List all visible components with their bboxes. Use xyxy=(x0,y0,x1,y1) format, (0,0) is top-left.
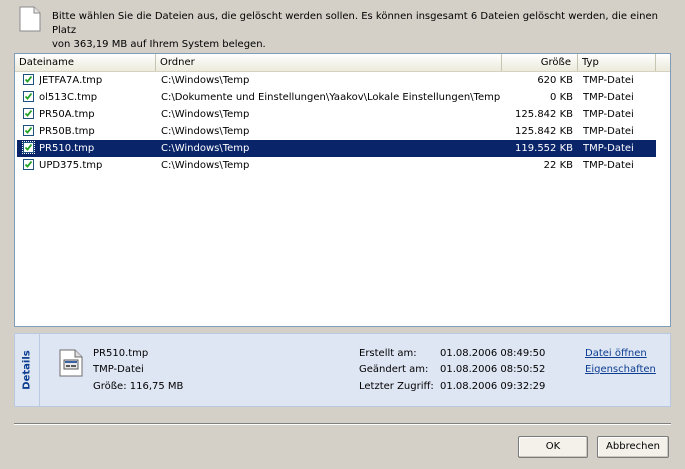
cell-folder: C:\Windows\Temp xyxy=(161,75,250,86)
details-file-name: PR510.tmp xyxy=(93,348,149,359)
cell-folder: C:\Windows\Temp xyxy=(161,160,250,171)
cell-filename: PR50B.tmp xyxy=(39,126,95,137)
cell-type: TMP-Datei xyxy=(583,143,634,154)
header-line-2: von 363,19 MB auf Ihrem System belegen. xyxy=(52,39,266,50)
ok-button[interactable]: OK xyxy=(518,436,588,458)
created-label: Erstellt am: xyxy=(359,348,417,359)
row-checkbox[interactable] xyxy=(23,125,34,136)
cell-filename: ol513C.tmp xyxy=(39,92,98,103)
file-icon xyxy=(59,349,83,377)
cancel-button[interactable]: Abbrechen xyxy=(597,436,669,458)
table-row[interactable]: PR50A.tmp C:\Windows\Temp 125.842 KB TMP-Da… xyxy=(17,106,656,123)
details-pane: Details PR510.tmp TMP-Datei Größe: 116,7… xyxy=(14,333,671,407)
cell-type: TMP-Datei xyxy=(583,109,634,120)
cell-filename: PR510.tmp xyxy=(39,143,95,154)
column-header-typ[interactable]: Typ xyxy=(578,54,656,71)
row-checkbox[interactable] xyxy=(23,74,34,85)
cell-folder: C:\Windows\Temp xyxy=(161,109,250,120)
cell-size: 119.552 KB xyxy=(515,143,573,154)
row-checkbox[interactable] xyxy=(23,91,34,102)
cell-folder: C:\Windows\Temp xyxy=(161,126,250,137)
checkmark-icon xyxy=(24,143,33,151)
checkmark-icon xyxy=(24,160,33,168)
details-tab[interactable]: Details xyxy=(15,334,40,406)
cell-type: TMP-Datei xyxy=(583,92,634,103)
open-file-link[interactable]: Datei öffnen xyxy=(585,347,647,361)
details-tab-label: Details xyxy=(21,350,33,390)
document-icon xyxy=(19,6,41,32)
cell-size: 125.842 KB xyxy=(515,109,573,120)
table-row[interactable]: ol513C.tmp C:\Dokumente und Einstellungen… xyxy=(17,89,656,106)
details-file-size: Größe: 116,75 MB xyxy=(93,381,184,392)
cell-filename: UPD375.tmp xyxy=(39,160,103,171)
column-header-filler xyxy=(656,54,670,71)
table-row[interactable]: JETFA7A.tmp C:\Windows\Temp 620 KB TMP-Date… xyxy=(17,72,656,89)
column-header-ordner[interactable]: Ordner xyxy=(156,54,502,71)
file-list[interactable]: Dateiname Ordner Größe Typ JETFA7A.tmp C:… xyxy=(14,53,671,327)
table-row[interactable]: PR50B.tmp C:\Windows\Temp 125.842 KB TMP-Da… xyxy=(17,123,656,140)
row-checkbox[interactable] xyxy=(23,159,34,170)
modified-value: 01.08.2006 08:50:52 xyxy=(440,364,546,375)
column-header-dateiname[interactable]: Dateiname xyxy=(15,54,156,71)
accessed-value: 01.08.2006 09:32:29 xyxy=(440,381,546,392)
cell-size: 620 KB xyxy=(537,75,573,86)
cell-size: 22 KB xyxy=(543,160,573,171)
cell-filename: PR50A.tmp xyxy=(39,109,95,120)
cell-folder: C:\Windows\Temp xyxy=(161,143,250,154)
cell-type: TMP-Datei xyxy=(583,75,634,86)
cell-type: TMP-Datei xyxy=(583,126,634,137)
modified-label: Geändert am: xyxy=(359,364,429,375)
checkmark-icon xyxy=(24,75,33,83)
checkmark-icon xyxy=(24,92,33,100)
column-header-groesse[interactable]: Größe xyxy=(502,54,578,71)
checkmark-icon xyxy=(24,126,33,134)
properties-link[interactable]: Eigenschaften xyxy=(585,363,656,377)
row-checkbox[interactable] xyxy=(22,141,35,154)
cell-type: TMP-Datei xyxy=(583,160,634,171)
header-description: Bitte wählen Sie die Dateien aus, die ge… xyxy=(52,10,672,52)
table-row[interactable]: UPD375.tmp C:\Windows\Temp 22 KB TMP-Datei xyxy=(17,157,656,174)
table-row[interactable]: PR510.tmp C:\Windows\Temp 119.552 KB TMP-Da… xyxy=(17,140,656,157)
cell-size: 125.842 KB xyxy=(515,126,573,137)
header-line-1: Bitte wählen Sie die Dateien aus, die ge… xyxy=(52,11,658,36)
details-file-type: TMP-Datei xyxy=(93,364,144,375)
row-checkbox[interactable] xyxy=(23,108,34,119)
created-value: 01.08.2006 08:49:50 xyxy=(440,348,546,359)
cell-folder: C:\Dokumente und Einstellungen\Yaakov\Lo… xyxy=(161,92,501,103)
checkmark-icon xyxy=(24,109,33,117)
accessed-label: Letzter Zugriff: xyxy=(359,381,434,392)
cell-filename: JETFA7A.tmp xyxy=(39,75,103,86)
cell-size: 0 KB xyxy=(550,92,573,103)
list-header: Dateiname Ordner Größe Typ xyxy=(15,54,670,72)
divider xyxy=(14,423,671,425)
